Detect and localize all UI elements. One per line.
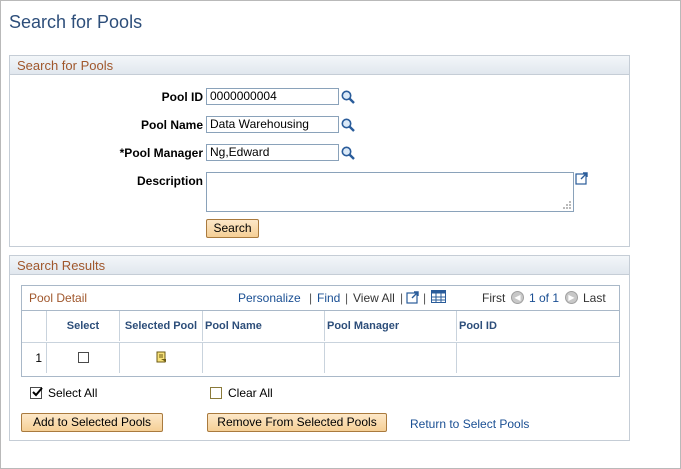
- row-number: 1: [22, 343, 47, 373]
- pool-manager-lookup-icon[interactable]: [340, 145, 356, 161]
- search-group-header: Search for Pools: [10, 56, 629, 75]
- pool-manager-field[interactable]: Ng,Edward: [206, 144, 339, 161]
- pool-id-label: Pool ID: [161, 90, 203, 104]
- view-all-link[interactable]: View All: [353, 291, 395, 305]
- pool-manager-cell: [325, 343, 457, 373]
- pool-name-field[interactable]: Data Warehousing: [206, 116, 339, 133]
- select-cell: [47, 343, 120, 373]
- column-header-pool-name[interactable]: Pool Name: [203, 311, 325, 341]
- pool-id-cell: [457, 343, 619, 373]
- description-textarea[interactable]: [206, 172, 574, 212]
- last-label: Last: [583, 291, 606, 305]
- nav-separator: |: [423, 291, 427, 305]
- pool-name-cell: [203, 343, 325, 373]
- add-to-selected-pools-button[interactable]: Add to Selected Pools: [21, 413, 163, 432]
- search-results-group-box: Search Results Pool Detail Personalize |…: [9, 255, 630, 441]
- clear-all-label[interactable]: Clear All: [228, 386, 273, 400]
- search-results-header: Search Results: [10, 256, 629, 275]
- column-header-pool-id[interactable]: Pool ID: [457, 311, 619, 341]
- selected-pool-icon[interactable]: [156, 351, 167, 363]
- pool-detail-grid: Pool Detail Personalize | Find | View Al…: [21, 285, 620, 377]
- nav-separator: |: [400, 291, 404, 305]
- spreadsheet-download-icon[interactable]: [431, 290, 446, 303]
- select-all-label[interactable]: Select All: [48, 386, 97, 400]
- grid-title: Pool Detail: [29, 291, 88, 305]
- table-row: 1: [22, 342, 619, 373]
- grid-toolbar: Pool Detail Personalize | Find | View Al…: [22, 286, 619, 311]
- pool-name-lookup-icon[interactable]: [340, 117, 356, 133]
- page-title: Search for Pools: [9, 12, 143, 32]
- find-link[interactable]: Find: [317, 291, 340, 305]
- new-window-icon[interactable]: [406, 290, 420, 304]
- page-range: 1 of 1: [529, 291, 560, 305]
- previous-arrow-icon[interactable]: ◀: [511, 291, 524, 304]
- select-all-checkbox[interactable]: [30, 387, 43, 399]
- resize-grip-icon[interactable]: [562, 200, 572, 210]
- pool-manager-label: *Pool Manager: [119, 146, 203, 160]
- description-label: Description: [136, 174, 203, 188]
- search-group-box: Search for Pools Pool ID 0000000004 Pool…: [9, 55, 630, 247]
- nav-separator: |: [345, 291, 349, 305]
- search-button[interactable]: Search: [206, 219, 259, 238]
- pool-id-field[interactable]: 0000000004: [206, 88, 339, 105]
- row-select-checkbox[interactable]: [78, 352, 89, 363]
- next-arrow-icon[interactable]: ▶: [565, 291, 578, 304]
- pool-id-lookup-icon[interactable]: [340, 89, 356, 105]
- row-number-header: [22, 311, 47, 341]
- clear-all-checkbox[interactable]: [210, 387, 222, 399]
- column-header-pool-manager[interactable]: Pool Manager: [325, 311, 457, 341]
- remove-from-selected-pools-button[interactable]: Remove From Selected Pools: [207, 413, 387, 432]
- column-header-selected-pool[interactable]: Selected Pool: [120, 311, 203, 341]
- expand-text-icon[interactable]: [575, 171, 589, 185]
- checkmark-icon: [32, 387, 43, 397]
- personalize-link[interactable]: Personalize: [238, 291, 301, 305]
- first-label: First: [482, 291, 506, 305]
- column-header-select[interactable]: Select: [47, 311, 120, 341]
- nav-separator: |: [309, 291, 313, 305]
- return-to-select-pools-link[interactable]: Return to Select Pools: [410, 417, 529, 431]
- selected-pool-cell: [120, 343, 203, 373]
- pool-name-label: Pool Name: [140, 118, 203, 132]
